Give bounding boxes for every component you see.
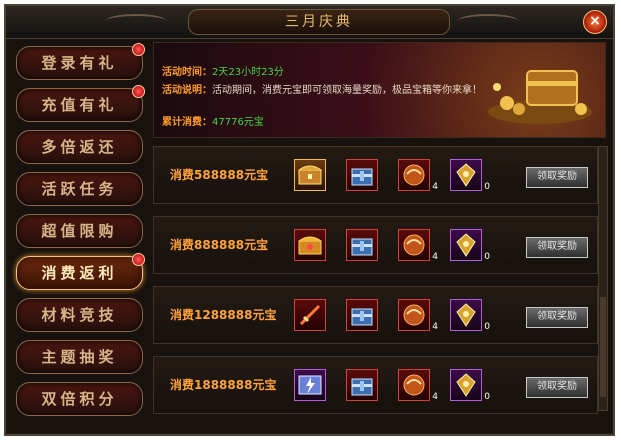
item-count: 0	[484, 252, 490, 262]
reward-threshold-label: 消费588888元宝	[170, 168, 269, 182]
item-count: 4	[432, 252, 438, 262]
sidebar-tab-label: 双倍积分	[41, 390, 118, 408]
gem-chest-icon[interactable]	[294, 229, 326, 261]
total-spent-row: 累计消费：47776元宝	[162, 113, 264, 128]
item-count: 4	[432, 322, 438, 332]
title-ornament-left	[106, 14, 166, 28]
event-time-row: 活动时间：2天23小时23分	[162, 63, 284, 78]
item-count: 0	[484, 182, 490, 192]
event-time-label: 活动时间：	[162, 67, 212, 78]
total-spent-value: 47776元宝	[212, 117, 264, 128]
sidebar-tab-label: 超值限购	[41, 222, 118, 240]
reward-threshold-label: 消费888888元宝	[170, 238, 269, 252]
orb-icon[interactable]: 4	[398, 369, 438, 402]
title-ornament-right	[458, 14, 518, 28]
event-desc-row: 活动说明：活动期间，消费元宝即可领取海量奖励，极品宝箱等你来拿！	[162, 81, 482, 96]
gold-token-icon[interactable]: 0	[450, 229, 490, 262]
sidebar-tab[interactable]: 主题抽奖	[16, 340, 143, 374]
sidebar-tab[interactable]: 充值有礼	[16, 85, 145, 122]
sidebar-tab-label: 多倍返还	[41, 138, 118, 156]
event-banner: 活动时间：2天23小时23分 活动说明：活动期间，消费元宝即可领取海量奖励，极品…	[153, 42, 606, 138]
notification-dot-icon	[132, 253, 145, 266]
sidebar-tab[interactable]: 登录有礼	[16, 43, 145, 80]
sidebar-tab-label: 主题抽奖	[41, 348, 118, 366]
sidebar: 登录有礼充值有礼多倍返还活跃任务超值限购消费返利材料竞技主题抽奖双倍积分	[16, 43, 146, 424]
notification-dot-icon	[132, 85, 145, 98]
claim-reward-button[interactable]: 领取奖励	[526, 237, 588, 258]
reward-row: 消费1888888元宝 4 0 领取奖励	[153, 356, 598, 414]
reward-list-scrollbar[interactable]	[598, 146, 608, 411]
orb-icon[interactable]: 4	[398, 299, 438, 332]
item-count: 4	[432, 392, 438, 402]
sidebar-tab[interactable]: 多倍返还	[16, 130, 143, 164]
event-time-value: 2天23小时23分	[212, 67, 284, 78]
sidebar-tab-label: 登录有礼	[41, 54, 118, 72]
blue-chest-icon[interactable]	[346, 159, 378, 191]
treasure-pile-icon	[488, 70, 592, 124]
reward-threshold-label: 消费1888888元宝	[170, 378, 277, 392]
blue-chest-icon[interactable]	[346, 299, 378, 331]
reward-list[interactable]: 消费588888元宝 4 0 领取奖励 消费888888元宝 4 0 领取奖励 消费128888…	[153, 146, 598, 430]
sidebar-tab-label: 材料竞技	[41, 306, 118, 324]
sidebar-tab[interactable]: 超值限购	[16, 214, 143, 248]
scrollbar-thumb[interactable]	[600, 297, 606, 397]
reward-row: 消费888888元宝 4 0 领取奖励	[153, 216, 598, 274]
blue-chest-icon[interactable]	[346, 369, 378, 401]
golden-chest-icon[interactable]	[294, 159, 326, 191]
game-window: 三月庆典 × 登录有礼充值有礼多倍返还活跃任务超值限购消费返利材料竞技主题抽奖双…	[4, 4, 615, 436]
event-desc-label: 活动说明：	[162, 85, 212, 96]
total-spent-label: 累计消费：	[162, 117, 212, 128]
item-count: 0	[484, 392, 490, 402]
orb-icon[interactable]: 4	[398, 229, 438, 262]
lightning-scroll-icon[interactable]	[294, 369, 326, 401]
reward-threshold-label: 消费1288888元宝	[170, 308, 277, 322]
notification-dot-icon	[132, 43, 145, 56]
sidebar-tab-label: 活跃任务	[41, 180, 118, 198]
close-button[interactable]: ×	[583, 10, 607, 34]
sidebar-tab[interactable]: 消费返利	[16, 253, 145, 290]
gold-token-icon[interactable]: 0	[450, 369, 490, 402]
reward-row: 消费1288888元宝 4 0 领取奖励	[153, 286, 598, 344]
claim-reward-button[interactable]: 领取奖励	[526, 167, 588, 188]
sword-icon[interactable]	[294, 299, 326, 331]
claim-reward-button[interactable]: 领取奖励	[526, 377, 588, 398]
item-count: 0	[484, 322, 490, 332]
title-bar: 三月庆典 ×	[6, 6, 613, 39]
orb-icon[interactable]: 4	[398, 159, 438, 192]
sidebar-tab[interactable]: 材料竞技	[16, 298, 143, 332]
gold-token-icon[interactable]: 0	[450, 159, 490, 192]
claim-reward-button[interactable]: 领取奖励	[526, 307, 588, 328]
sidebar-tab-label: 消费返利	[41, 264, 118, 282]
event-desc-value: 活动期间，消费元宝即可领取海量奖励，极品宝箱等你来拿！	[212, 85, 482, 96]
item-count: 4	[432, 182, 438, 192]
reward-row: 消费588888元宝 4 0 领取奖励	[153, 146, 598, 204]
window-title: 三月庆典	[188, 9, 450, 35]
blue-chest-icon[interactable]	[346, 229, 378, 261]
sidebar-tab[interactable]: 双倍积分	[16, 382, 143, 416]
sidebar-tab-label: 充值有礼	[41, 96, 118, 114]
gold-token-icon[interactable]: 0	[450, 299, 490, 332]
sidebar-tab[interactable]: 活跃任务	[16, 172, 143, 206]
